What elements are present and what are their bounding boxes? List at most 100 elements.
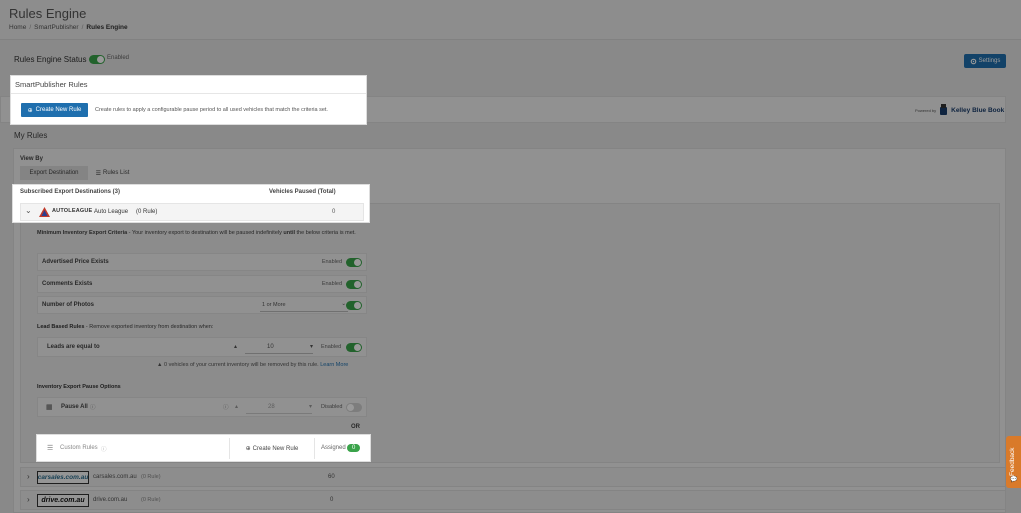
lead-value: 10 <box>267 344 274 350</box>
minimum-criteria-post: the below criteria is met. <box>295 230 356 236</box>
kbb-logo-icon <box>940 104 948 115</box>
settings-button[interactable]: Settings <box>964 54 1006 68</box>
criteria-toggle[interactable] <box>346 258 362 267</box>
lead-warning-text: 0 vehicles of your current inventory wil… <box>163 362 319 368</box>
status-toggle[interactable] <box>89 55 105 64</box>
drive-logo: drive.com.au <box>37 494 89 507</box>
caret-up-icon[interactable]: ▴ <box>235 403 238 410</box>
lead-rules-title: Lead Based Rules <box>37 324 85 330</box>
pause-options-title: Inventory Export Pause Options <box>37 384 121 390</box>
destination-row-autoleague[interactable]: ⌄ AUTOLEAGUE Auto League (0 Rule) 0 <box>20 203 364 221</box>
caret-down-icon[interactable]: ▾ <box>310 343 313 350</box>
chevron-right-icon[interactable]: › <box>27 472 30 481</box>
status-label: Rules Engine Status <box>14 55 87 64</box>
assigned-label: Assigned <box>321 445 346 451</box>
caret-up-icon[interactable]: ▴ <box>234 343 237 350</box>
pause-value: 28 <box>268 404 275 410</box>
criteria-state: Enabled <box>321 259 342 265</box>
status-state: Enabled <box>107 55 130 61</box>
criteria-state: Enabled <box>321 281 342 287</box>
page: Rules Engine Home / SmartPublisher / Rules E… <box>0 0 1021 513</box>
lead-rules-heading: Lead Based Rules - Remove exported inven… <box>37 324 213 330</box>
destination-paused: 0 <box>330 497 334 503</box>
minimum-criteria-title: Minimum Inventory Export Criteria <box>37 230 128 236</box>
breadcrumb-smartpublisher[interactable]: SmartPublisher <box>34 24 78 31</box>
criteria-row-photos: Number of Photos 1 or More ⌄ <box>37 296 367 314</box>
header-band <box>0 0 1021 40</box>
custom-create-rule-button[interactable]: ⊕ Create New Rule <box>229 438 315 459</box>
criteria-toggle[interactable] <box>346 301 362 310</box>
create-new-rule-button[interactable]: ⊕ Create New Rule <box>21 103 88 117</box>
tab-rules-list-label: Rules List <box>103 170 130 176</box>
feedback-label: Feedback <box>1009 447 1016 476</box>
destination-rules: (0 Rule) <box>141 474 161 480</box>
plus-circle-icon: ⊕ <box>27 107 33 114</box>
destination-paused: 0 <box>332 209 336 215</box>
powered-by: Powered by Kelley Blue Book <box>915 104 1004 116</box>
destination-rules: (0 Rule) <box>141 497 161 503</box>
lead-warning: ▲ 0 vehicles of your current inventory w… <box>157 362 348 368</box>
plus-circle-icon: ⊕ <box>245 446 251 452</box>
smartpublisher-description: Create rules to apply a configurable pau… <box>95 107 328 113</box>
minimum-criteria-pre: - Your inventory export to destination w… <box>127 230 284 236</box>
minimum-criteria-until: until <box>283 230 295 236</box>
subscribed-destinations-card: Subscribed Export Destinations (3) Vehic… <box>12 184 370 223</box>
breadcrumb-home[interactable]: Home <box>9 24 26 31</box>
pause-all-label: Pause All <box>61 404 88 410</box>
tab-export-destination[interactable]: Export Destination <box>20 166 88 180</box>
criteria-toggle[interactable] <box>346 280 362 289</box>
caret-down-icon[interactable]: ▾ <box>309 403 312 410</box>
pause-options-heading: Inventory Export Pause Options <box>37 384 121 390</box>
chevron-right-icon[interactable]: › <box>27 495 30 504</box>
feedback-tab[interactable]: Feedback 💬 <box>1006 436 1021 488</box>
lead-value-input[interactable]: 10 ▾ <box>245 342 313 354</box>
destination-name: carsales.com.au <box>93 474 137 480</box>
destination-rules: (0 Rule) <box>136 209 158 215</box>
pause-all-toggle[interactable] <box>346 403 362 412</box>
chevron-down-icon[interactable]: ⌄ <box>25 206 32 215</box>
info-icon: ⓘ <box>223 405 229 411</box>
destination-name: drive.com.au <box>93 497 128 503</box>
criteria-row-advertised-price: Advertised Price Exists Enabled <box>37 253 367 271</box>
custom-create-rule-label: Create New Rule <box>252 445 299 452</box>
pause-all-state: Disabled <box>321 404 343 410</box>
destinations-header: Subscribed Export Destinations (3) Vehic… <box>13 185 369 201</box>
criteria-label: Number of Photos <box>42 302 94 308</box>
breadcrumb: Home / SmartPublisher / Rules Engine <box>9 24 128 31</box>
photos-select[interactable]: 1 or More ⌄ <box>260 300 348 312</box>
pause-all-row: ▦ Pause All ⓘ ⓘ ▴ 28 ▾ Disabled <box>37 397 367 417</box>
my-rules-title: My Rules <box>14 131 48 140</box>
destination-row-drive[interactable]: › drive.com.au drive.com.au (0 Rule) 0 <box>20 490 1006 510</box>
criteria-row-comments: Comments Exists Enabled <box>37 275 367 293</box>
destination-paused: 60 <box>328 474 335 480</box>
settings-label: Settings <box>978 58 1001 64</box>
or-label: OR <box>351 424 360 430</box>
carsales-logo: carsales.com.au <box>37 471 89 484</box>
pause-value-input[interactable]: 28 ▾ <box>246 402 312 414</box>
learn-more-link[interactable]: Learn More <box>320 362 348 368</box>
powered-by-prefix: Powered by <box>915 107 937 113</box>
lead-rule-state: Enabled <box>321 344 342 350</box>
lead-rule-label: Leads are equal to <box>47 344 100 350</box>
info-icon: ⓘ <box>101 447 107 453</box>
criteria-label: Comments Exists <box>42 281 93 287</box>
custom-rules-label: Custom Rules <box>60 445 98 451</box>
autoleague-logo-icon <box>39 207 50 217</box>
destination-row-carsales[interactable]: › carsales.com.au carsales.com.au (0 Rul… <box>20 467 1006 487</box>
lead-rule-row: Leads are equal to ▴ 10 ▾ Enabled <box>37 337 367 357</box>
autoleague-logo-text: AUTOLEAGUE <box>52 208 93 214</box>
info-icon: ⓘ <box>90 405 96 411</box>
lead-rule-toggle[interactable] <box>346 343 362 352</box>
destination-detail-panel <box>20 203 1000 463</box>
grid-icon: ▦ <box>46 404 53 411</box>
list-icon: ☰ <box>95 170 102 177</box>
sliders-icon: ☰ <box>47 445 54 452</box>
destinations-header-right: Vehicles Paused (Total) <box>269 189 336 195</box>
view-by-label: View By <box>20 156 43 162</box>
tab-rules-list[interactable]: ☰ Rules List <box>90 166 135 180</box>
page-title: Rules Engine <box>9 6 87 21</box>
minimum-criteria-text: Minimum Inventory Export Criteria - Your… <box>37 229 367 238</box>
smartpublisher-rules-title: SmartPublisher Rules <box>11 76 366 94</box>
lead-rules-subtitle: - Remove exported inventory from destina… <box>84 324 214 330</box>
photos-select-value: 1 or More <box>262 302 286 308</box>
